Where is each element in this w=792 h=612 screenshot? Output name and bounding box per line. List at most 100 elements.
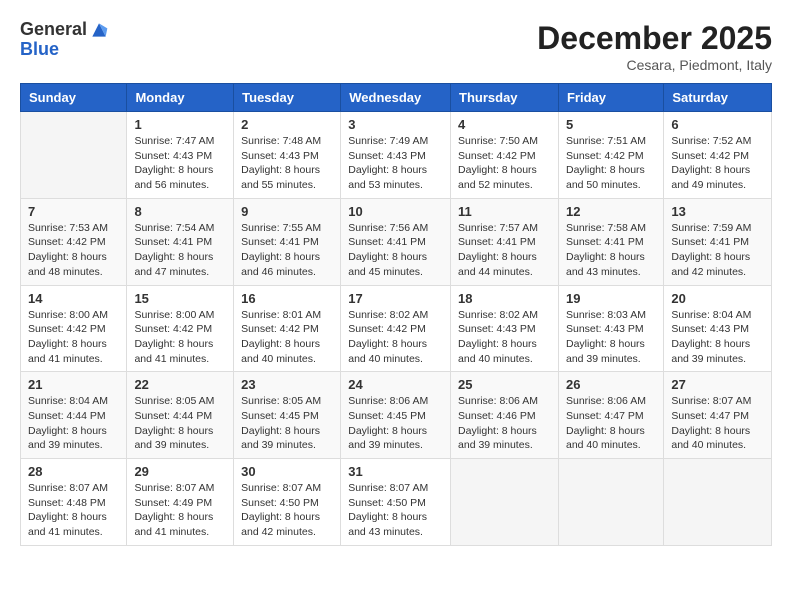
day-info: Sunrise: 7:57 AM Sunset: 4:41 PM Dayligh… (458, 221, 551, 280)
calendar-cell: 27 Sunrise: 8:07 AM Sunset: 4:47 PM Dayl… (664, 372, 772, 459)
sunset: Sunset: 4:43 PM (671, 323, 749, 335)
day-info: Sunrise: 8:00 AM Sunset: 4:42 PM Dayligh… (28, 308, 119, 367)
sunrise: Sunrise: 8:01 AM (241, 309, 321, 321)
sunrise: Sunrise: 7:52 AM (671, 135, 751, 147)
daylight: Daylight: 8 hours and 43 minutes. (348, 511, 427, 538)
daylight: Daylight: 8 hours and 41 minutes. (28, 338, 107, 365)
sunrise: Sunrise: 8:00 AM (134, 309, 214, 321)
sunset: Sunset: 4:49 PM (134, 497, 212, 509)
sunrise: Sunrise: 8:07 AM (671, 395, 751, 407)
daylight: Daylight: 8 hours and 42 minutes. (671, 251, 750, 278)
logo: General Blue (20, 20, 109, 60)
day-info: Sunrise: 8:06 AM Sunset: 4:46 PM Dayligh… (458, 394, 551, 453)
calendar-cell: 20 Sunrise: 8:04 AM Sunset: 4:43 PM Dayl… (664, 285, 772, 372)
daylight: Daylight: 8 hours and 52 minutes. (458, 164, 537, 191)
logo-general: General (20, 20, 87, 40)
sunset: Sunset: 4:42 PM (566, 150, 644, 162)
day-info: Sunrise: 8:07 AM Sunset: 4:50 PM Dayligh… (348, 481, 443, 540)
calendar-header-row: SundayMondayTuesdayWednesdayThursdayFrid… (21, 84, 772, 112)
sunrise: Sunrise: 8:02 AM (348, 309, 428, 321)
calendar-week-row: 1 Sunrise: 7:47 AM Sunset: 4:43 PM Dayli… (21, 112, 772, 199)
calendar-cell: 24 Sunrise: 8:06 AM Sunset: 4:45 PM Dayl… (341, 372, 451, 459)
day-number: 20 (671, 291, 764, 306)
sunset: Sunset: 4:42 PM (458, 150, 536, 162)
day-number: 27 (671, 377, 764, 392)
sunset: Sunset: 4:42 PM (348, 323, 426, 335)
day-number: 25 (458, 377, 551, 392)
sunrise: Sunrise: 8:07 AM (28, 482, 108, 494)
day-number: 13 (671, 204, 764, 219)
day-number: 21 (28, 377, 119, 392)
day-info: Sunrise: 8:04 AM Sunset: 4:43 PM Dayligh… (671, 308, 764, 367)
daylight: Daylight: 8 hours and 47 minutes. (134, 251, 213, 278)
day-number: 4 (458, 117, 551, 132)
day-number: 24 (348, 377, 443, 392)
day-info: Sunrise: 7:49 AM Sunset: 4:43 PM Dayligh… (348, 134, 443, 193)
calendar-week-row: 21 Sunrise: 8:04 AM Sunset: 4:44 PM Dayl… (21, 372, 772, 459)
daylight: Daylight: 8 hours and 53 minutes. (348, 164, 427, 191)
day-number: 8 (134, 204, 226, 219)
daylight: Daylight: 8 hours and 50 minutes. (566, 164, 645, 191)
daylight: Daylight: 8 hours and 40 minutes. (566, 425, 645, 452)
sunrise: Sunrise: 7:48 AM (241, 135, 321, 147)
sunset: Sunset: 4:44 PM (28, 410, 106, 422)
daylight: Daylight: 8 hours and 42 minutes. (241, 511, 320, 538)
location: Cesara, Piedmont, Italy (537, 57, 772, 73)
calendar-cell: 29 Sunrise: 8:07 AM Sunset: 4:49 PM Dayl… (127, 459, 234, 546)
calendar-cell: 7 Sunrise: 7:53 AM Sunset: 4:42 PM Dayli… (21, 198, 127, 285)
sunrise: Sunrise: 7:47 AM (134, 135, 214, 147)
day-number: 22 (134, 377, 226, 392)
sunset: Sunset: 4:50 PM (348, 497, 426, 509)
calendar-cell: 2 Sunrise: 7:48 AM Sunset: 4:43 PM Dayli… (234, 112, 341, 199)
day-number: 6 (671, 117, 764, 132)
logo-icon (89, 20, 109, 40)
daylight: Daylight: 8 hours and 41 minutes. (134, 511, 213, 538)
calendar-cell: 15 Sunrise: 8:00 AM Sunset: 4:42 PM Dayl… (127, 285, 234, 372)
sunrise: Sunrise: 8:00 AM (28, 309, 108, 321)
calendar-cell: 4 Sunrise: 7:50 AM Sunset: 4:42 PM Dayli… (451, 112, 559, 199)
day-number: 15 (134, 291, 226, 306)
day-number: 30 (241, 464, 333, 479)
month-title: December 2025 (537, 20, 772, 57)
calendar-cell: 14 Sunrise: 8:00 AM Sunset: 4:42 PM Dayl… (21, 285, 127, 372)
calendar-cell: 26 Sunrise: 8:06 AM Sunset: 4:47 PM Dayl… (558, 372, 663, 459)
day-number: 14 (28, 291, 119, 306)
sunrise: Sunrise: 7:55 AM (241, 222, 321, 234)
daylight: Daylight: 8 hours and 43 minutes. (566, 251, 645, 278)
day-number: 3 (348, 117, 443, 132)
day-info: Sunrise: 7:59 AM Sunset: 4:41 PM Dayligh… (671, 221, 764, 280)
sunrise: Sunrise: 7:57 AM (458, 222, 538, 234)
calendar-cell (558, 459, 663, 546)
day-info: Sunrise: 7:53 AM Sunset: 4:42 PM Dayligh… (28, 221, 119, 280)
sunset: Sunset: 4:42 PM (241, 323, 319, 335)
day-number: 29 (134, 464, 226, 479)
calendar-cell: 18 Sunrise: 8:02 AM Sunset: 4:43 PM Dayl… (451, 285, 559, 372)
daylight: Daylight: 8 hours and 39 minutes. (671, 338, 750, 365)
sunset: Sunset: 4:41 PM (134, 236, 212, 248)
day-number: 18 (458, 291, 551, 306)
day-info: Sunrise: 8:02 AM Sunset: 4:43 PM Dayligh… (458, 308, 551, 367)
sunset: Sunset: 4:46 PM (458, 410, 536, 422)
calendar-cell: 19 Sunrise: 8:03 AM Sunset: 4:43 PM Dayl… (558, 285, 663, 372)
sunrise: Sunrise: 8:05 AM (134, 395, 214, 407)
day-info: Sunrise: 8:06 AM Sunset: 4:47 PM Dayligh… (566, 394, 656, 453)
daylight: Daylight: 8 hours and 41 minutes. (28, 511, 107, 538)
calendar-cell: 8 Sunrise: 7:54 AM Sunset: 4:41 PM Dayli… (127, 198, 234, 285)
daylight: Daylight: 8 hours and 48 minutes. (28, 251, 107, 278)
daylight: Daylight: 8 hours and 39 minutes. (134, 425, 213, 452)
day-info: Sunrise: 8:01 AM Sunset: 4:42 PM Dayligh… (241, 308, 333, 367)
daylight: Daylight: 8 hours and 39 minutes. (566, 338, 645, 365)
sunrise: Sunrise: 7:58 AM (566, 222, 646, 234)
day-info: Sunrise: 7:55 AM Sunset: 4:41 PM Dayligh… (241, 221, 333, 280)
sunrise: Sunrise: 7:59 AM (671, 222, 751, 234)
day-number: 31 (348, 464, 443, 479)
sunrise: Sunrise: 8:07 AM (241, 482, 321, 494)
day-number: 23 (241, 377, 333, 392)
calendar-cell: 17 Sunrise: 8:02 AM Sunset: 4:42 PM Dayl… (341, 285, 451, 372)
sunset: Sunset: 4:42 PM (671, 150, 749, 162)
day-number: 11 (458, 204, 551, 219)
day-info: Sunrise: 7:54 AM Sunset: 4:41 PM Dayligh… (134, 221, 226, 280)
day-info: Sunrise: 8:04 AM Sunset: 4:44 PM Dayligh… (28, 394, 119, 453)
day-info: Sunrise: 8:07 AM Sunset: 4:48 PM Dayligh… (28, 481, 119, 540)
sunset: Sunset: 4:41 PM (458, 236, 536, 248)
